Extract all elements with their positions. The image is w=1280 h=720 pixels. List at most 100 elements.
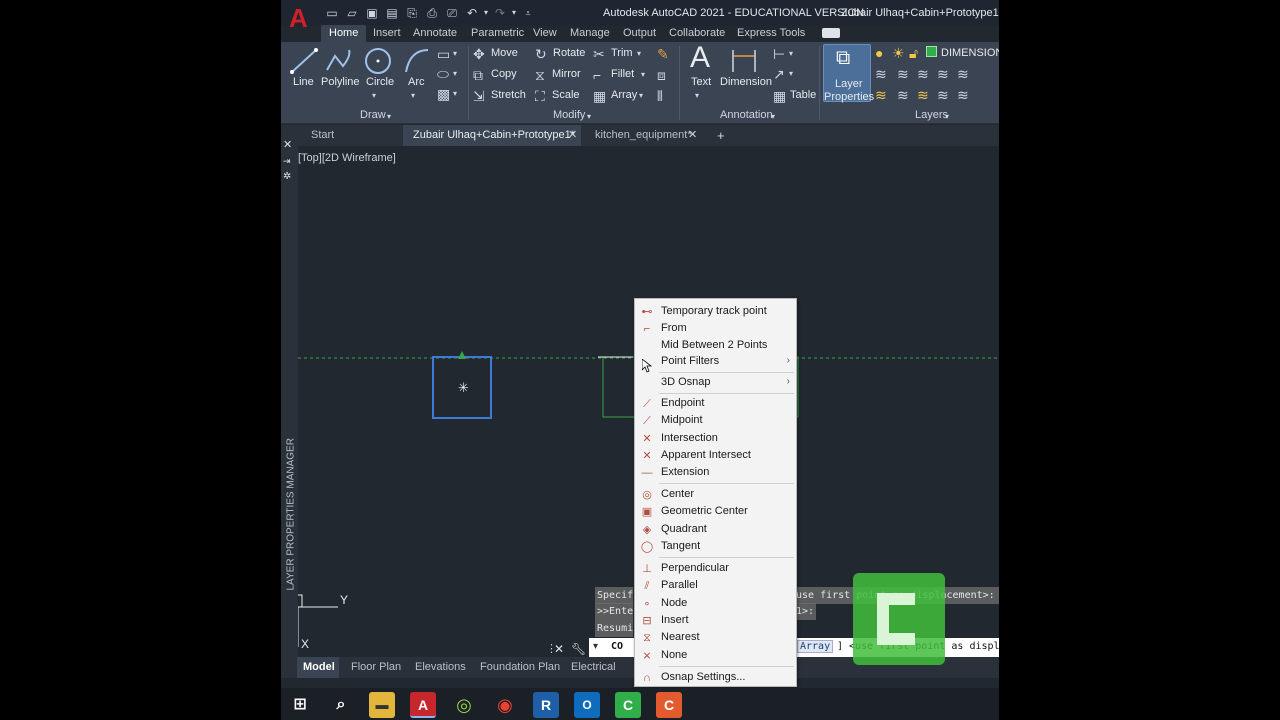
leader-dropdown-icon[interactable]: ▾ [789, 66, 793, 82]
base-point-marker[interactable]: ✳ [458, 381, 469, 396]
menu-item-intersection[interactable]: ✕ Intersection [636, 430, 796, 447]
menu-item-nearest[interactable]: ⧖ Nearest [636, 629, 796, 646]
table-icon[interactable]: ▦ [773, 88, 786, 104]
array-icon[interactable]: ▦ [593, 88, 606, 104]
tab-elevations[interactable]: Elevations [415, 657, 466, 678]
menu-item-endpoint[interactable]: ⟋ Endpoint [636, 395, 796, 412]
layer-thaw-icon[interactable]: ☀ [892, 45, 905, 61]
layer-tool-3-icon[interactable]: ≋ [917, 66, 929, 82]
leader-icon[interactable]: ↗ [773, 66, 785, 82]
menu-item-3d-osnap[interactable]: 3D Osnap › [636, 374, 796, 391]
menu-item-insert[interactable]: ⊟ Insert [636, 612, 796, 629]
layers-panel-title[interactable]: Layers [915, 109, 948, 121]
menu-item-mid-between-2-points[interactable]: Mid Between 2 Points [636, 337, 796, 354]
array-option[interactable]: Array [797, 640, 834, 653]
fillet-dropdown-icon[interactable]: ▾ [641, 67, 645, 83]
new-tab-icon[interactable]: + [717, 125, 725, 146]
camtasia-recorder-icon[interactable] [853, 573, 945, 665]
tab-model[interactable]: Model [297, 657, 339, 678]
palette-autohide-icon[interactable]: ⇥ [283, 153, 291, 169]
autocad-taskbar-icon[interactable]: A [410, 692, 436, 718]
tab-start[interactable]: Start [302, 125, 402, 146]
palette-settings-icon[interactable]: ✲ [283, 169, 291, 185]
tab-collaborate[interactable]: Collaborate [669, 27, 725, 39]
hatch-icon[interactable]: ▩ [437, 86, 450, 102]
rectangle-dropdown-icon[interactable]: ▾ [453, 46, 457, 62]
offset-icon[interactable]: ⫴ [657, 88, 663, 104]
move-icon[interactable]: ✥ [473, 46, 485, 62]
layer-tool-2-icon[interactable]: ≋ [897, 66, 909, 82]
layer-tool-5-icon[interactable]: ≋ [957, 66, 969, 82]
array-dropdown-icon[interactable]: ▾ [639, 88, 643, 104]
rotate-button[interactable]: Rotate [553, 47, 585, 59]
stretch-icon[interactable]: ⇲ [473, 88, 485, 104]
menu-item-temporary-track-point[interactable]: ⊷ Temporary track point [636, 303, 796, 320]
mirror-icon[interactable]: ⧖ [535, 67, 545, 83]
dimension-icon[interactable] [729, 46, 759, 76]
tab-foundation-plan[interactable]: Foundation Plan [480, 657, 560, 678]
modify-panel-expand-icon[interactable]: ▾ [587, 109, 591, 125]
ribbon-toggle-icon[interactable] [822, 28, 840, 38]
polyline-button[interactable]: Polyline [321, 76, 360, 88]
print-icon[interactable]: ⎚ [445, 6, 459, 20]
arc-button[interactable]: Arc [408, 76, 425, 88]
tab-express-tools[interactable]: Express Tools [737, 27, 805, 39]
revit-icon[interactable]: R [533, 692, 559, 718]
menu-item-point-filters[interactable]: Point Filters › [636, 353, 796, 370]
hatch-dropdown-icon[interactable]: ▾ [453, 86, 457, 102]
move-button[interactable]: Move [491, 47, 518, 59]
rotate-icon[interactable]: ↻ [535, 46, 547, 62]
save-web-icon[interactable]: ⎙ [425, 6, 439, 20]
dimension-button[interactable]: Dimension [720, 76, 772, 88]
palette-label-box[interactable]: LAYER PROPERTIES MANAGER [283, 438, 297, 595]
draw-panel-expand-icon[interactable]: ▾ [387, 109, 391, 125]
menu-item-none[interactable]: ⨯ None [636, 647, 796, 664]
save-as-icon[interactable]: ▤ [385, 6, 399, 20]
grip-triangle[interactable] [458, 351, 466, 359]
stretch-button[interactable]: Stretch [491, 89, 526, 101]
arc-icon[interactable] [402, 46, 432, 76]
command-search-icon[interactable]: ▾ [593, 641, 598, 652]
modify-panel-title[interactable]: Modify [553, 109, 585, 121]
camtasia-taskbar-icon[interactable]: C [615, 692, 641, 718]
menu-item-apparent-intersect[interactable]: ✕ Apparent Intersect [636, 447, 796, 464]
menu-item-midpoint[interactable]: ⟋ Midpoint [636, 412, 796, 429]
palette-close-icon[interactable]: ✕ [283, 137, 292, 153]
layer-tool-9-icon[interactable]: ≋ [937, 87, 949, 103]
tab-view[interactable]: View [533, 27, 557, 39]
layer-unlock-icon[interactable]: 🔓︎ [909, 45, 918, 61]
menu-item-perpendicular[interactable]: ⊥ Perpendicular [636, 560, 796, 577]
linear-dimension-icon[interactable]: ⊢ [773, 46, 785, 62]
text-dropdown-icon[interactable]: ▾ [695, 88, 699, 104]
circle-icon[interactable] [363, 46, 393, 76]
tab-insert[interactable]: Insert [373, 27, 401, 39]
menu-item-geometric-center[interactable]: ▣ Geometric Center [636, 503, 796, 520]
redo-icon[interactable]: ↷ [493, 6, 507, 20]
rectangle-icon[interactable]: ▭ [437, 46, 450, 62]
layer-tool-1-icon[interactable]: ≋ [875, 66, 887, 82]
polyline-icon[interactable] [323, 46, 353, 76]
text-button[interactable]: Text [691, 76, 711, 88]
ellipse-dropdown-icon[interactable]: ▾ [453, 66, 457, 82]
layer-tool-6-icon[interactable]: ≋ [875, 87, 887, 103]
array-button[interactable]: Array [611, 89, 637, 101]
annotation-panel-expand-icon[interactable]: ▾ [771, 109, 775, 125]
menu-item-quadrant[interactable]: ◈ Quadrant [636, 521, 796, 538]
customize-toolbar-icon[interactable]: ⩡ [521, 6, 535, 20]
tab-annotate[interactable]: Annotate [413, 27, 457, 39]
tab-floor-plan[interactable]: Floor Plan [351, 657, 401, 678]
tab-parametric[interactable]: Parametric [471, 27, 524, 39]
menu-item-parallel[interactable]: ⫽ Parallel [636, 577, 796, 594]
open-web-icon[interactable]: ⎘ [405, 6, 419, 20]
arc-dropdown-icon[interactable]: ▾ [411, 88, 415, 104]
tab-home[interactable]: Home [321, 25, 367, 42]
tab-cabin-prototype[interactable]: Zubair Ulhaq+Cabin+Prototype1* [403, 125, 581, 146]
command-close-icon[interactable]: ✕ [554, 641, 564, 657]
scale-button[interactable]: Scale [552, 89, 580, 101]
scale-icon[interactable]: ⛶ [535, 88, 545, 104]
save-icon[interactable]: ▣ [365, 6, 379, 20]
layer-tool-10-icon[interactable]: ≋ [957, 87, 969, 103]
search-icon[interactable]: ⌕ [328, 692, 354, 718]
fillet-icon[interactable]: ⌐ [593, 67, 601, 83]
close-tab-icon[interactable]: ✕ [568, 125, 577, 146]
